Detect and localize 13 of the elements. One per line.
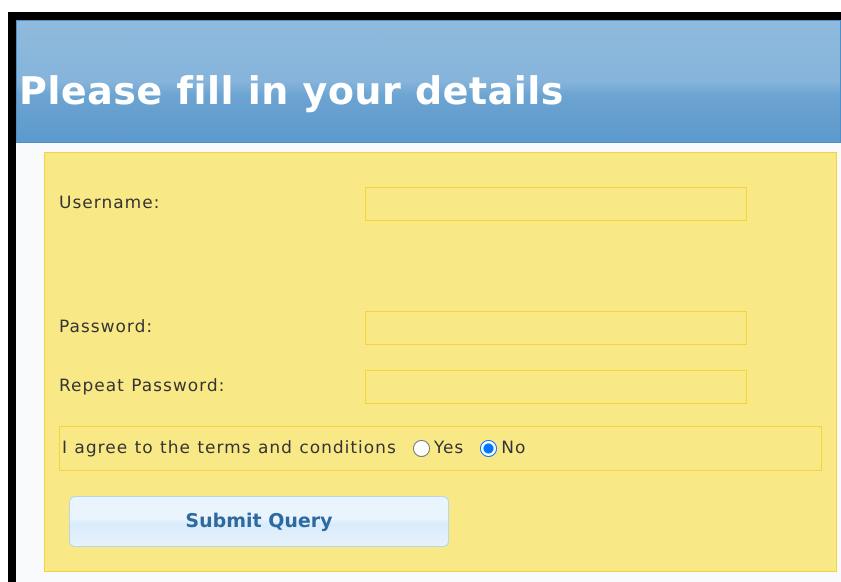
agreement-label: I agree to the terms and conditions <box>62 436 397 460</box>
page-title: Please fill in your details <box>19 68 564 114</box>
radio-button[interactable] <box>412 440 430 457</box>
radio-label[interactable]: No <box>501 436 526 462</box>
input-field[interactable] <box>365 311 747 345</box>
submit-button[interactable]: Submit Query <box>69 496 449 547</box>
input-field[interactable] <box>365 187 747 221</box>
field-label: Username: <box>59 192 162 216</box>
input-field[interactable] <box>365 370 747 404</box>
radio-label[interactable]: Yes <box>434 436 464 462</box>
field-label: Password: <box>59 316 154 340</box>
field-label: Repeat Password: <box>59 375 226 398</box>
radio-button[interactable] <box>480 440 498 457</box>
